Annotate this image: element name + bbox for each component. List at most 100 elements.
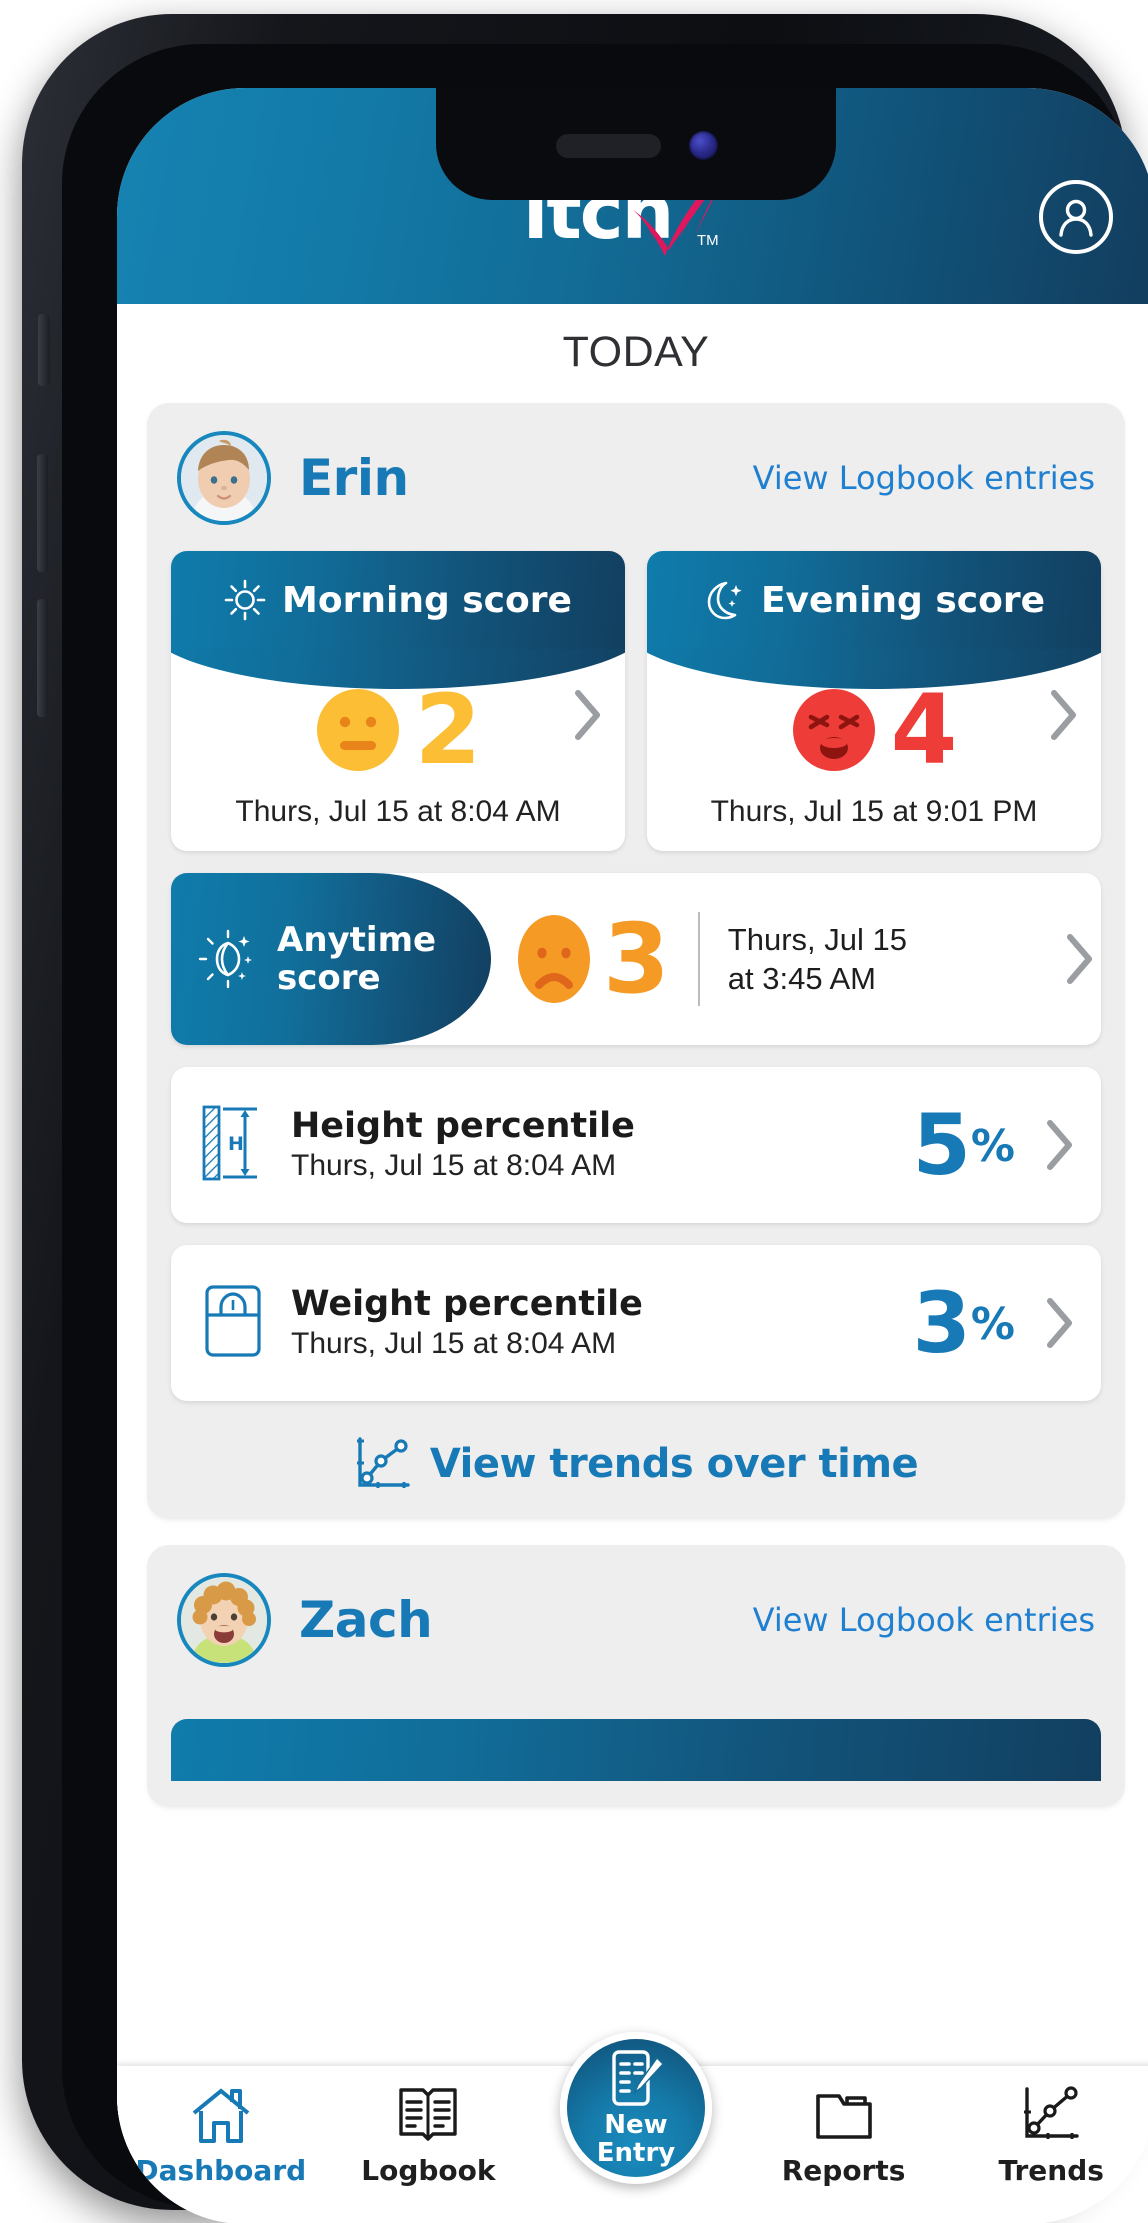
nav-label-dashboard: Dashboard: [135, 2154, 307, 2187]
child-panel-erin: Erin View Logbook entries Morning score …: [147, 403, 1125, 1519]
nav-item-dashboard[interactable]: Dashboard: [117, 2084, 325, 2187]
divider: [697, 912, 700, 1006]
weight-scale-icon: [205, 1284, 261, 1357]
score-card-evening[interactable]: Evening score 4 Thurs, Jul 15 at 9:01 PM: [647, 551, 1101, 851]
view-trends-label: View trends over time: [429, 1441, 919, 1487]
new-entry-label-line2: Entry: [596, 2138, 676, 2168]
new-entry-label-line1: New: [604, 2110, 668, 2141]
card-timestamp: Thurs, Jul 15 at 9:01 PM: [710, 795, 1038, 828]
anytime-title-line2: score: [277, 958, 381, 998]
folder-icon: [815, 2094, 872, 2139]
user-circle-icon: [1059, 199, 1093, 237]
score-card-row: Morning score 2 Thurs, Jul 15 at 8:04 AM…: [171, 551, 1101, 851]
child-photo-erin: [181, 435, 267, 521]
percentile-timestamp: Thurs, Jul 15 at 8:04 AM: [291, 1327, 617, 1361]
front-camera: [689, 131, 718, 160]
distressed-face-icon: [792, 689, 875, 771]
percentile-text: Weight percentile Thurs, Jul 15 at 8:04 …: [291, 1284, 643, 1362]
app-scroll-body[interactable]: TODAY Erin View Logbook entries Morning …: [117, 304, 1148, 2223]
phone-screen: itch TM TODAY Erin View Logbook entries …: [117, 88, 1148, 2223]
page-title: TODAY: [562, 328, 710, 376]
card-title: Morning score: [282, 579, 572, 621]
anytime-timestamp-line1: Thurs, Jul 15: [727, 921, 907, 957]
percentile-icon-wrap: H: [201, 1101, 277, 1190]
percentile-unit: %: [970, 1298, 1015, 1350]
nav-item-reports[interactable]: Reports: [740, 2084, 948, 2187]
score-card-morning[interactable]: Morning score 2 Thurs, Jul 15 at 8:04 AM: [171, 551, 625, 851]
line-chart-icon: [1024, 2086, 1079, 2139]
percentile-text: Height percentile Thurs, Jul 15 at 8:04 …: [291, 1106, 635, 1184]
percentile-value: 3 %: [912, 1273, 1015, 1372]
nav-item-logbook[interactable]: Logbook: [325, 2084, 533, 2187]
neutral-face-icon: [316, 689, 399, 771]
child-panel-zach: Zach View Logbook entries: [147, 1545, 1125, 1807]
earpiece-speaker: [556, 134, 661, 158]
phone-volume-down-button[interactable]: [37, 599, 48, 717]
percentile-number: 5: [912, 1095, 971, 1194]
avatar[interactable]: [177, 431, 271, 525]
nav-label-trends: Trends: [998, 2154, 1104, 2187]
line-chart-icon: [356, 1437, 410, 1488]
anytime-timestamp: Thurs, Jul 15 at 3:45 AM: [728, 920, 907, 998]
percentile-label: Weight percentile: [291, 1283, 643, 1324]
card-timestamp: Thurs, Jul 15 at 8:04 AM: [235, 795, 561, 828]
sad-face-icon: [518, 915, 590, 1003]
percentile-unit: %: [970, 1120, 1015, 1172]
phone-silent-switch[interactable]: [38, 314, 50, 386]
card-header: Morning score: [171, 551, 625, 649]
screenshot-stage: itch TM TODAY Erin View Logbook entries …: [0, 0, 1148, 2223]
anytime-title-line1: Anytime: [277, 919, 437, 960]
child-name: Zach: [299, 1591, 433, 1649]
percentile-timestamp: Thurs, Jul 15 at 8:04 AM: [291, 1149, 617, 1183]
card-score-value: 2: [414, 673, 482, 786]
chevron-right-icon[interactable]: [1045, 1297, 1075, 1349]
sun-icon: [224, 579, 266, 621]
anytime-score-value: 3: [603, 902, 670, 1015]
avatar[interactable]: [177, 1573, 271, 1667]
anytime-timestamp-line2: at 3:45 AM: [727, 961, 877, 996]
view-logbook-entries-link[interactable]: View Logbook entries: [753, 1601, 1095, 1639]
phone-frame: itch TM TODAY Erin View Logbook entries …: [22, 14, 1148, 2223]
percentile-icon-wrap: [201, 1281, 277, 1366]
child-name: Erin: [299, 449, 409, 507]
card-score-area: 4: [647, 669, 1101, 791]
new-entry-button[interactable]: New Entry: [560, 2032, 712, 2184]
svg-text:H: H: [228, 1133, 244, 1155]
percentile-card-weight[interactable]: Weight percentile Thurs, Jul 15 at 8:04 …: [171, 1245, 1101, 1401]
height-measure-icon: H: [202, 1105, 257, 1180]
view-trends-over-time-link[interactable]: View trends over time: [171, 1435, 1101, 1493]
chevron-right-icon[interactable]: [1045, 1119, 1075, 1171]
anytime-score-area: 3: [491, 902, 670, 1015]
nav-label-reports: Reports: [781, 2154, 906, 2187]
open-book-icon: [399, 2088, 458, 2141]
logo-trademark: TM: [697, 232, 719, 249]
card-score-value: 4: [890, 673, 958, 786]
document-pencil-icon: [612, 2050, 664, 2107]
moon-stars-icon: [707, 581, 742, 620]
anytime-header: Anytime score: [171, 873, 491, 1045]
partial-score-card-header: [171, 1719, 1101, 1781]
phone-notch: [436, 88, 836, 200]
phone-bezel: itch TM TODAY Erin View Logbook entries …: [62, 44, 1148, 2223]
nav-label-logbook: Logbook: [361, 2154, 496, 2187]
card-score-area: 2: [171, 669, 625, 791]
child-photo-zach: [181, 1577, 267, 1663]
percentile-number: 3: [912, 1273, 971, 1372]
home-icon: [192, 2088, 250, 2143]
card-title: Evening score: [760, 579, 1046, 621]
percentile-label: Height percentile: [291, 1105, 635, 1146]
percentile-value: 5 %: [912, 1095, 1015, 1194]
chevron-right-icon[interactable]: [1065, 933, 1095, 985]
sun-moon-sparkle-icon: [198, 929, 252, 989]
phone-volume-up-button[interactable]: [37, 454, 48, 572]
nav-item-trends[interactable]: Trends: [947, 2084, 1148, 2187]
card-header: Evening score: [647, 551, 1101, 649]
child-header: Zach View Logbook entries: [171, 1569, 1101, 1693]
new-entry-label: New Entry: [597, 2112, 675, 2167]
view-logbook-entries-link[interactable]: View Logbook entries: [753, 459, 1095, 497]
anytime-title: Anytime score: [277, 921, 436, 997]
percentile-card-height[interactable]: H Height percentile Thurs, Jul 15 at 8:0…: [171, 1067, 1101, 1223]
child-header: Erin View Logbook entries: [171, 427, 1101, 551]
score-card-anytime[interactable]: Anytime score 3 Thurs, Jul 15 at 3:45 AM: [171, 873, 1101, 1045]
profile-button[interactable]: [1039, 180, 1113, 254]
